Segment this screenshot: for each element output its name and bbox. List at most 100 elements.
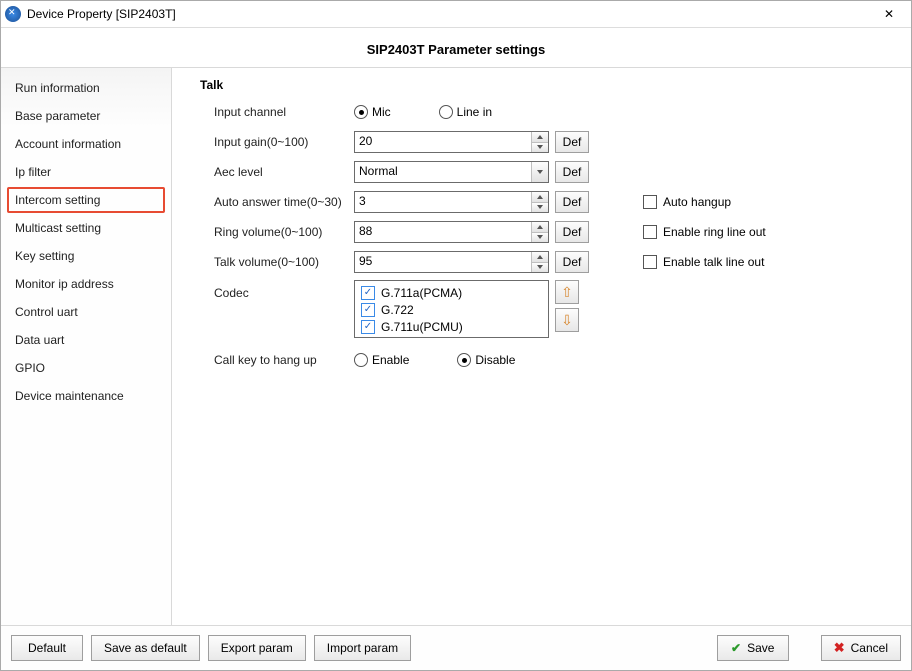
row-call-key: Call key to hang up Enable Disable	[200, 348, 893, 372]
button-label: Save as default	[104, 641, 187, 655]
cross-icon: ✖	[834, 640, 845, 656]
checkbox-label: Enable ring line out	[663, 225, 766, 239]
codec-item-g711a[interactable]: ✓ G.711a(PCMA)	[361, 284, 542, 301]
checkbox-icon	[643, 225, 657, 239]
export-param-button[interactable]: Export param	[208, 635, 306, 661]
sidebar-item-data-uart[interactable]: Data uart	[1, 326, 171, 354]
spin-down-button[interactable]	[532, 233, 548, 243]
radio-icon	[457, 353, 471, 367]
chevron-up-icon	[537, 135, 543, 139]
row-label: Codec	[200, 280, 354, 300]
close-icon: ✕	[884, 7, 894, 21]
row-label: Talk volume(0~100)	[200, 255, 354, 269]
sidebar-item-run-information[interactable]: Run information	[1, 74, 171, 102]
checkbox-ring-line-out[interactable]: Enable ring line out	[643, 225, 766, 239]
content: Talk Input channel Mic Line in	[172, 68, 911, 625]
chevron-down-icon	[537, 205, 543, 209]
close-button[interactable]: ✕	[871, 1, 907, 27]
row-codec: Codec ✓ G.711a(PCMA) ✓ G.722 ✓	[200, 280, 893, 338]
default-button[interactable]: Default	[11, 635, 83, 661]
codec-move-up-button[interactable]: ⇧	[555, 280, 579, 304]
checkbox-checked-icon: ✓	[361, 320, 375, 334]
def-button-input-gain[interactable]: Def	[555, 131, 589, 153]
sidebar-item-label: Run information	[15, 81, 100, 95]
radio-icon	[354, 105, 368, 119]
def-button-ring-volume[interactable]: Def	[555, 221, 589, 243]
button-label: Cancel	[851, 641, 888, 655]
arrow-down-icon: ⇩	[561, 312, 573, 329]
radio-icon	[439, 105, 453, 119]
spin-down-button[interactable]	[532, 143, 548, 153]
import-param-button[interactable]: Import param	[314, 635, 411, 661]
sidebar-item-multicast-setting[interactable]: Multicast setting	[1, 214, 171, 242]
def-button-auto-answer[interactable]: Def	[555, 191, 589, 213]
codec-listbox[interactable]: ✓ G.711a(PCMA) ✓ G.722 ✓ G.711u(PCMU)	[354, 280, 549, 338]
row-label: Call key to hang up	[200, 353, 354, 367]
button-label: Default	[28, 641, 66, 655]
aec-level-select[interactable]: Normal	[354, 161, 549, 183]
checkbox-checked-icon: ✓	[361, 303, 375, 317]
sidebar-item-gpio[interactable]: GPIO	[1, 354, 171, 382]
sidebar-item-ip-filter[interactable]: Ip filter	[1, 158, 171, 186]
codec-label: G.711u(PCMU)	[381, 320, 463, 334]
sidebar-item-label: GPIO	[15, 361, 45, 375]
spin-down-button[interactable]	[532, 263, 548, 273]
sidebar-item-base-parameter[interactable]: Base parameter	[1, 102, 171, 130]
def-button-talk-volume[interactable]: Def	[555, 251, 589, 273]
button-label: Import param	[327, 641, 398, 655]
checkbox-checked-icon: ✓	[361, 286, 375, 300]
row-label: Input channel	[200, 105, 354, 119]
talk-volume-spinbox[interactable]: 95	[354, 251, 549, 273]
checkbox-auto-hangup[interactable]: Auto hangup	[643, 195, 731, 209]
radio-mic[interactable]: Mic	[354, 105, 391, 119]
radio-line-in[interactable]: Line in	[439, 105, 492, 119]
radio-icon	[354, 353, 368, 367]
save-button[interactable]: ✔ Save	[717, 635, 789, 661]
sidebar: Run information Base parameter Account i…	[1, 68, 172, 625]
chevron-down-icon	[537, 170, 543, 174]
checkbox-talk-line-out[interactable]: Enable talk line out	[643, 255, 764, 269]
spin-value[interactable]: 88	[355, 222, 531, 242]
radio-enable[interactable]: Enable	[354, 353, 409, 367]
sidebar-item-device-maintenance[interactable]: Device maintenance	[1, 382, 171, 410]
sidebar-item-label: Device maintenance	[15, 389, 124, 403]
spin-down-button[interactable]	[532, 203, 548, 213]
sidebar-item-account-information[interactable]: Account information	[1, 130, 171, 158]
checkbox-icon	[643, 195, 657, 209]
spin-up-button[interactable]	[532, 132, 548, 143]
sidebar-item-monitor-ip-address[interactable]: Monitor ip address	[1, 270, 171, 298]
spin-value[interactable]: 3	[355, 192, 531, 212]
codec-item-g722[interactable]: ✓ G.722	[361, 301, 542, 318]
checkbox-label: Auto hangup	[663, 195, 731, 209]
codec-move-down-button[interactable]: ⇩	[555, 308, 579, 332]
sidebar-item-control-uart[interactable]: Control uart	[1, 298, 171, 326]
arrow-up-icon: ⇧	[561, 284, 573, 301]
checkbox-label: Enable talk line out	[663, 255, 764, 269]
spin-up-button[interactable]	[532, 222, 548, 233]
spin-value[interactable]: 20	[355, 132, 531, 152]
codec-label: G.722	[381, 303, 414, 317]
sidebar-item-label: Data uart	[15, 333, 64, 347]
input-gain-spinbox[interactable]: 20	[354, 131, 549, 153]
ring-volume-spinbox[interactable]: 88	[354, 221, 549, 243]
check-icon: ✔	[731, 641, 741, 655]
cancel-button[interactable]: ✖ Cancel	[821, 635, 901, 661]
def-button-aec-level[interactable]: Def	[555, 161, 589, 183]
footer: Default Save as default Export param Imp…	[1, 625, 911, 670]
spin-up-button[interactable]	[532, 252, 548, 263]
select-dropdown-button[interactable]	[531, 162, 548, 182]
radio-disable[interactable]: Disable	[457, 353, 515, 367]
save-as-default-button[interactable]: Save as default	[91, 635, 200, 661]
button-label: Save	[747, 641, 774, 655]
window-title: Device Property [SIP2403T]	[27, 7, 871, 21]
sidebar-item-key-setting[interactable]: Key setting	[1, 242, 171, 270]
row-controls: Mic Line in	[354, 105, 549, 119]
codec-item-g711u[interactable]: ✓ G.711u(PCMU)	[361, 318, 542, 335]
row-ring-volume: Ring volume(0~100) 88 Def Enable ring li…	[200, 220, 893, 244]
spin-up-button[interactable]	[532, 192, 548, 203]
sidebar-item-intercom-setting[interactable]: Intercom setting	[7, 187, 165, 213]
auto-answer-spinbox[interactable]: 3	[354, 191, 549, 213]
radio-label: Disable	[475, 353, 515, 367]
spin-value[interactable]: 95	[355, 252, 531, 272]
select-value: Normal	[355, 162, 531, 182]
